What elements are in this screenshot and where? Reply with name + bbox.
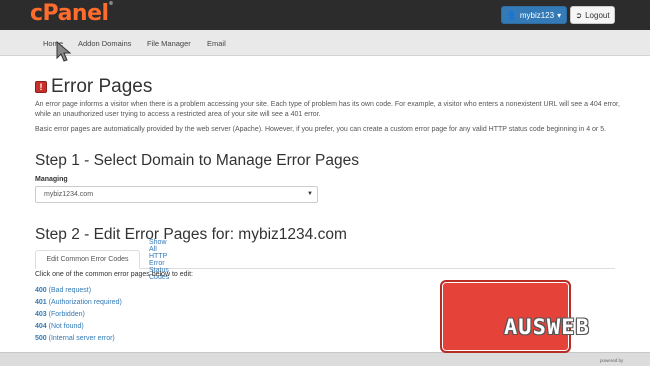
footer-bar	[0, 352, 650, 366]
logout-button[interactable]: ➲ Logout	[570, 6, 615, 24]
logout-icon: ➲	[575, 10, 583, 20]
error-pages-icon: !	[35, 81, 47, 93]
managing-label: Managing	[35, 176, 68, 183]
domain-select[interactable]: mybiz1234.com ▼	[35, 186, 318, 203]
mouse-cursor-icon	[56, 41, 72, 62]
error-link-404[interactable]: 404 (Not found)	[35, 321, 122, 333]
nav-item-email[interactable]: Email	[207, 39, 226, 48]
user-menu-button[interactable]: 👤 mybiz123 ▾	[501, 6, 567, 24]
top-bar: cPanel® 👤 mybiz123 ▾ ➲ Logout	[0, 0, 650, 30]
intro-paragraph: An error page informs a visitor when the…	[35, 101, 620, 118]
cpanel-logo[interactable]: cPanel®	[30, 1, 113, 26]
error-code-list: 400 (Bad request) 401 (Authorization req…	[35, 285, 122, 345]
error-list-hint: Click one of the common error pages belo…	[35, 271, 193, 278]
step2-heading: Step 2 - Edit Error Pages for: mybiz1234…	[35, 226, 347, 243]
chevron-down-icon: ▼	[307, 191, 313, 197]
error-link-500[interactable]: 500 (Internal server error)	[35, 333, 122, 345]
powered-by-text: powered by	[600, 358, 624, 363]
page-title-text: Error Pages	[51, 76, 153, 97]
domain-select-value: mybiz1234.com	[44, 191, 94, 198]
basic-pages-paragraph: Basic error pages are automatically prov…	[35, 126, 607, 133]
user-label: mybiz123	[519, 10, 555, 20]
error-link-401[interactable]: 401 (Authorization required)	[35, 297, 122, 309]
quick-nav-bar: Home Addon Domains File Manager Email	[0, 30, 650, 56]
caret-down-icon: ▾	[557, 10, 562, 20]
nav-item-file-manager[interactable]: File Manager	[147, 39, 191, 48]
ausweb-watermark-text: AUSWEB	[503, 315, 590, 339]
logout-label: Logout	[585, 10, 610, 20]
step1-heading: Step 1 - Select Domain to Manage Error P…	[35, 152, 359, 169]
tab-all-http-status-codes[interactable]: Show All HTTP Error Status Codes	[141, 239, 177, 281]
error-link-400[interactable]: 400 (Bad request)	[35, 285, 122, 297]
page-title: ! Error Pages	[35, 76, 152, 98]
error-link-403[interactable]: 403 (Forbidden)	[35, 309, 122, 321]
user-icon: 👤	[506, 10, 517, 20]
nav-item-addon-domains[interactable]: Addon Domains	[78, 39, 131, 48]
tab-common-error-codes[interactable]: Edit Common Error Codes	[35, 250, 140, 269]
